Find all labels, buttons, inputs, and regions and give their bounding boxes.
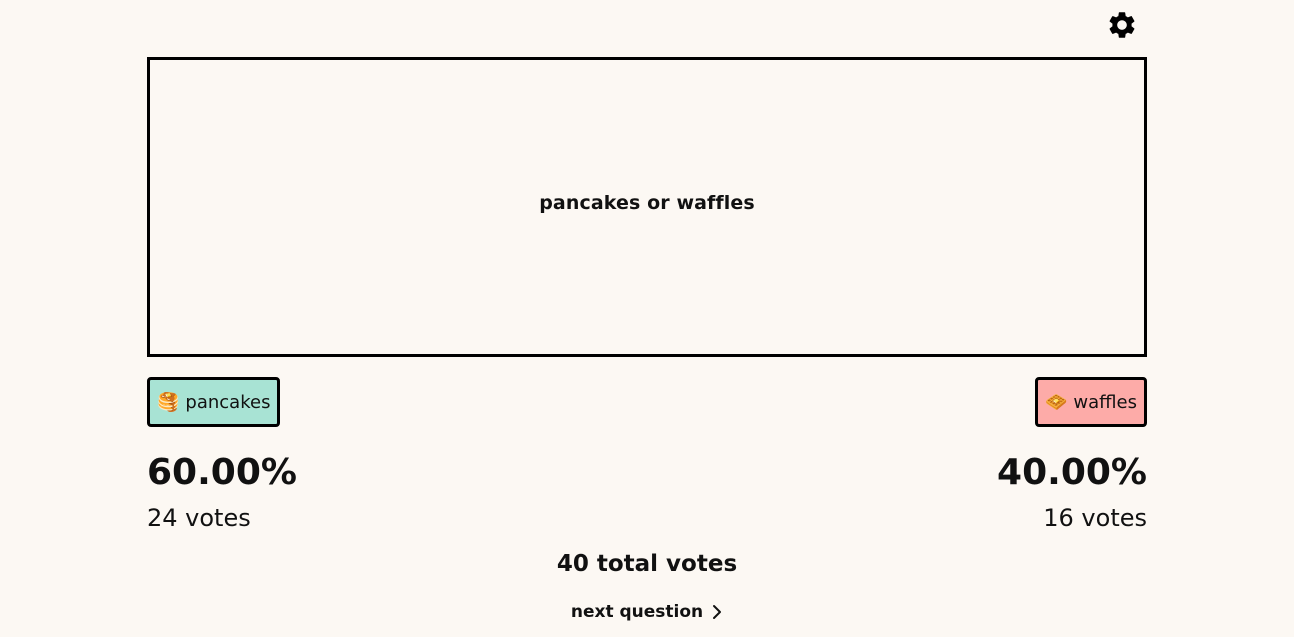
question-card: pancakes or waffles — [147, 57, 1147, 357]
gear-icon — [1109, 12, 1135, 38]
next-question-label: next question — [570, 602, 704, 622]
next-question-link[interactable]: next question — [0, 602, 1294, 622]
chevron-right-icon — [713, 605, 722, 619]
waffle-icon: 🧇 — [1044, 391, 1068, 413]
pancakes-icon: 🥞 — [157, 391, 180, 413]
pancakes-percent: 60.00% — [147, 452, 297, 493]
waffles-vote-count: 16 votes — [1043, 504, 1147, 532]
settings-button[interactable] — [1106, 9, 1138, 41]
option-waffles-button[interactable]: 🧇 waffles — [1034, 377, 1147, 427]
pancakes-vote-count: 24 votes — [147, 504, 251, 532]
waffles-percent: 40.00% — [997, 452, 1147, 493]
option-pancakes-button[interactable]: 🥞 pancakes — [147, 377, 281, 427]
question-text: pancakes or waffles — [539, 192, 755, 214]
total-votes: 40 total votes — [556, 551, 738, 577]
option-label: pancakes — [185, 391, 271, 413]
option-label: waffles — [1073, 391, 1137, 413]
